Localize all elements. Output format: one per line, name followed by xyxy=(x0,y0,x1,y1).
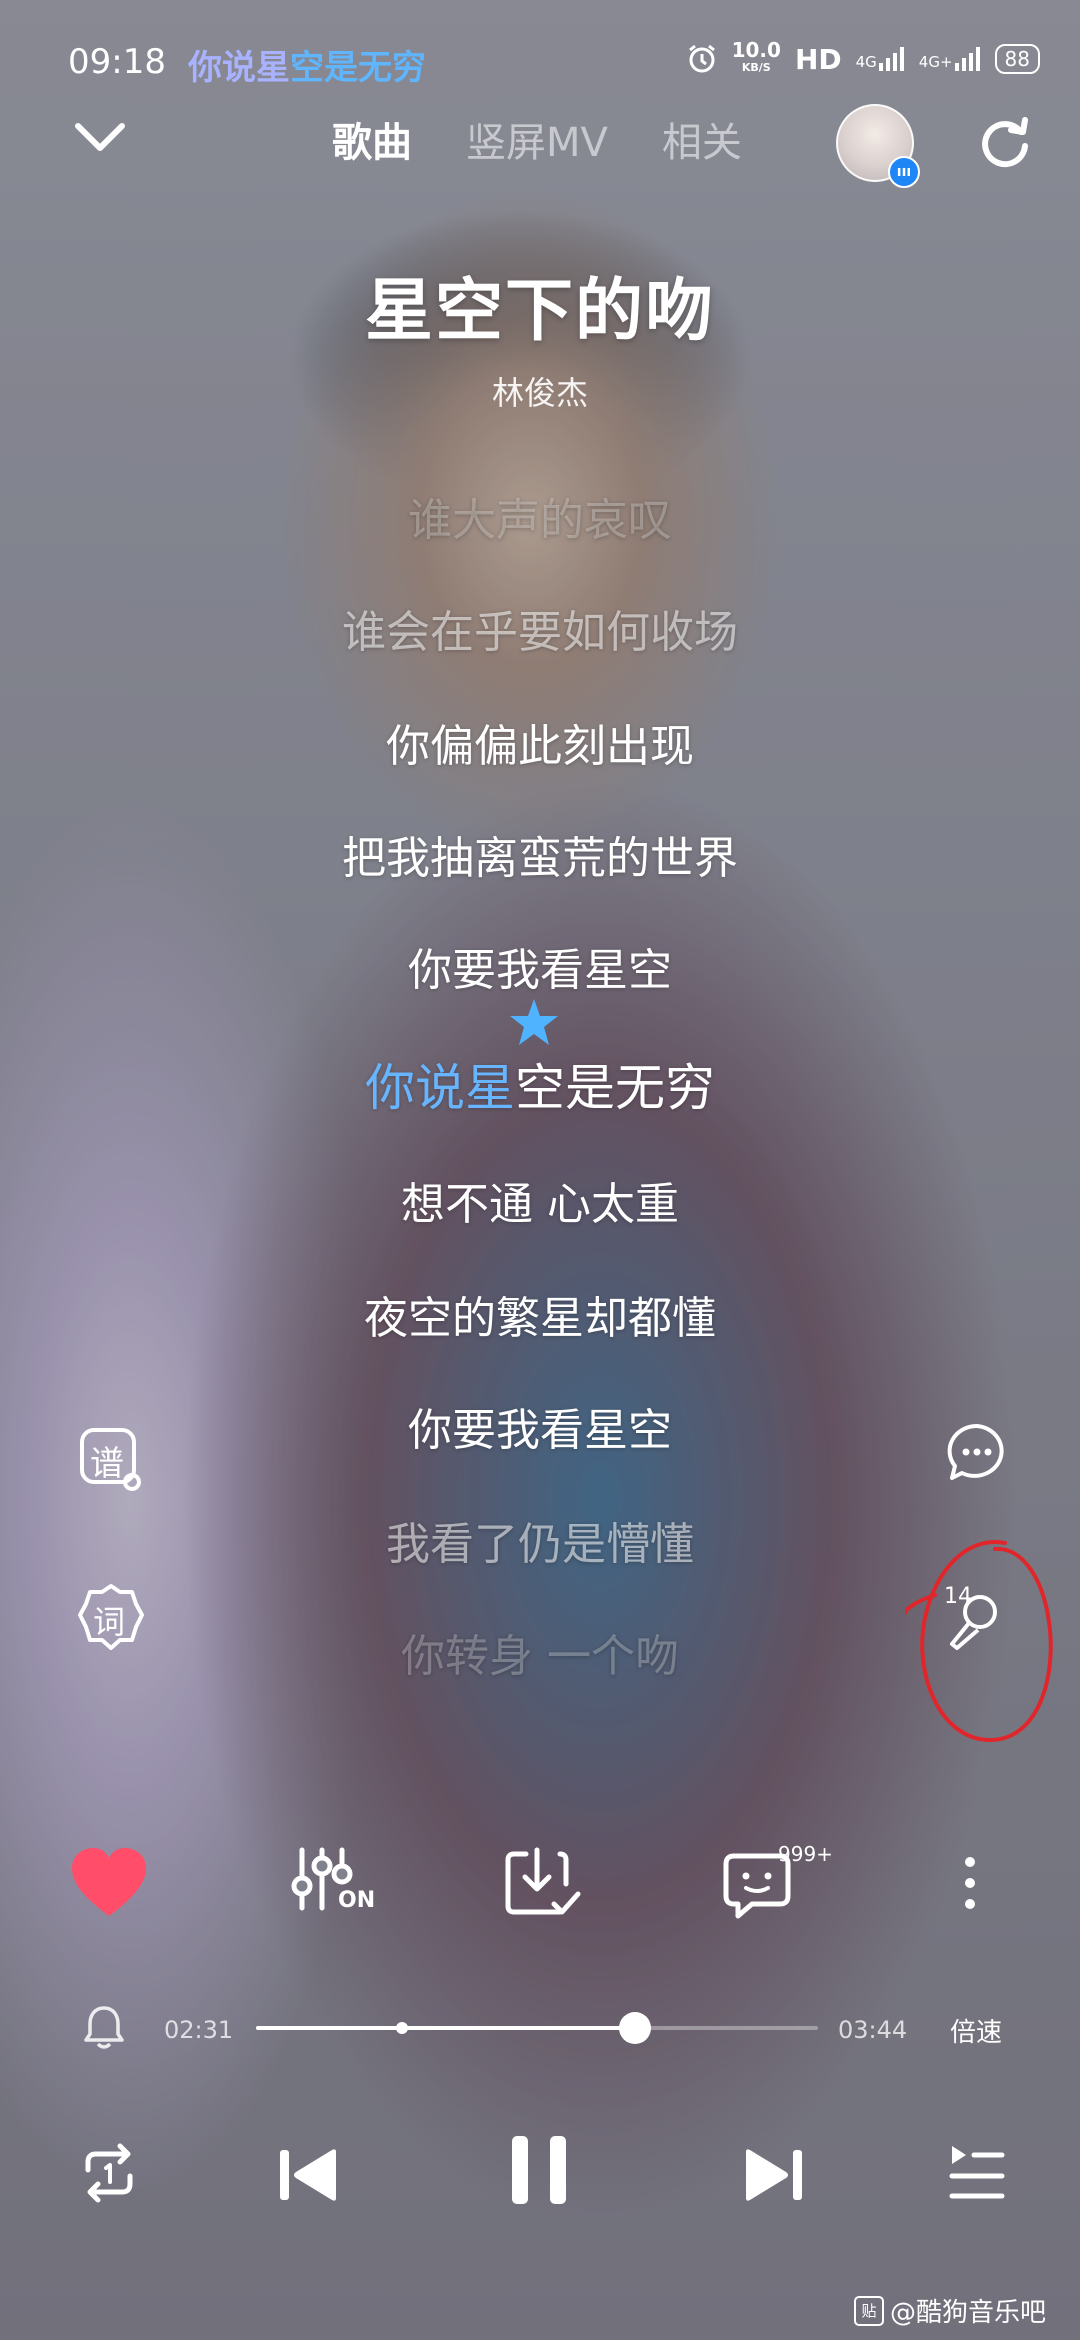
download-icon xyxy=(505,1847,581,1915)
net-speed: 10.0 KB/S xyxy=(731,38,781,74)
equalizer-icon xyxy=(291,1847,353,1911)
lyric-line[interactable]: 把我抽离蛮荒的世界 xyxy=(0,822,1080,886)
annotation-circle xyxy=(905,1539,1053,1743)
tab-vertical-mv[interactable]: 竖屏MV xyxy=(466,110,608,168)
status-lyric-rest: 空是无穷 xyxy=(290,48,426,88)
lyric-line[interactable]: 你要我看星空 xyxy=(0,1394,1080,1458)
lyric-line[interactable]: 你要我看星空 xyxy=(0,934,1080,998)
more-button[interactable] xyxy=(950,1850,990,1920)
pause-icon xyxy=(512,2136,566,2204)
status-lyric: 你说星空是无穷 xyxy=(188,40,426,89)
status-lyric-sung: 你说星 xyxy=(188,48,290,88)
previous-button[interactable] xyxy=(274,2140,344,2210)
current-lyric-rest: 空是无穷 xyxy=(515,1059,715,1117)
more-vertical-icon xyxy=(965,1857,975,1909)
signal-icon: 4G xyxy=(856,47,905,71)
total-time: 03:44 xyxy=(838,2016,908,2044)
sleep-timer-button[interactable] xyxy=(82,2002,126,2052)
hd-indicator: HD xyxy=(794,42,842,76)
sheet-music-label: 谱 xyxy=(90,1444,124,1484)
signal-icon-2: 4G+ xyxy=(919,47,981,71)
repeat-one-icon xyxy=(85,2143,133,2203)
playback-speed-button[interactable]: 倍速 xyxy=(950,2012,1002,2049)
progress-fill xyxy=(256,2026,635,2030)
progress-bar[interactable] xyxy=(256,2012,818,2044)
heart-icon xyxy=(72,1848,146,1916)
tab-song[interactable]: 歌曲 xyxy=(332,110,412,168)
status-icons: 10.0 KB/S HD 4G 4G+ 88 xyxy=(686,38,1040,76)
elapsed-time: 02:31 xyxy=(164,2016,234,2044)
lyric-line[interactable]: 谁会在乎要如何收场 xyxy=(0,596,1080,660)
lyrics-tool-label: 词 xyxy=(93,1603,126,1641)
pause-button[interactable] xyxy=(504,2130,574,2210)
avatar[interactable]: ııı xyxy=(836,104,920,188)
lyric-line[interactable]: 谁大声的哀叹 xyxy=(0,484,1080,548)
chat-button[interactable] xyxy=(942,1418,1012,1488)
current-lyric-line[interactable]: 你说星空是无穷 xyxy=(0,1048,1080,1120)
chat-bubble-icon xyxy=(947,1423,1004,1480)
progress-knob[interactable] xyxy=(618,2012,651,2044)
playlist-button[interactable] xyxy=(946,2140,1008,2206)
watermark: 贴 @酷狗音乐吧 xyxy=(854,2292,1046,2329)
song-title: 星空下的吻 xyxy=(364,272,715,351)
playlist-icon xyxy=(949,2146,1005,2199)
artist-name[interactable]: 林俊杰 xyxy=(0,368,1080,414)
tab-related[interactable]: 相关 xyxy=(662,110,742,168)
sound-effect-button[interactable]: ON xyxy=(286,1840,376,1930)
bell-icon xyxy=(84,2006,124,2049)
next-button[interactable] xyxy=(738,2140,808,2210)
buffer-marker xyxy=(396,2022,409,2034)
refresh-icon xyxy=(982,117,1028,168)
player-tabs: 歌曲 竖屏MV 相关 xyxy=(332,110,742,168)
playing-badge-icon: ııı xyxy=(888,156,920,188)
chevron-down-icon xyxy=(75,123,125,151)
lyric-line[interactable]: 夜空的繁星却都懂 xyxy=(0,1282,1080,1346)
download-button[interactable] xyxy=(498,1840,588,1930)
lyric-line[interactable]: 想不通 心太重 xyxy=(0,1168,1080,1232)
battery-indicator: 88 xyxy=(994,44,1040,74)
effect-on-label: ON xyxy=(338,1888,376,1913)
repeat-mode-button[interactable] xyxy=(76,2140,142,2206)
collapse-button[interactable] xyxy=(70,112,130,162)
refresh-button[interactable] xyxy=(975,112,1035,172)
comments-count: 999+ xyxy=(778,1842,833,1866)
skip-previous-icon xyxy=(280,2149,336,2201)
alarm-icon xyxy=(688,44,715,73)
status-time: 09:18 xyxy=(68,42,166,82)
star-icon xyxy=(510,999,558,1045)
lyric-line[interactable]: 你偏偏此刻出现 xyxy=(0,710,1080,774)
watermark-icon: 贴 xyxy=(854,2295,884,2326)
sheet-music-button[interactable]: 谱 xyxy=(76,1424,146,1494)
watermark-text: @酷狗音乐吧 xyxy=(890,2298,1047,2328)
current-lyric-sung: 你说星 xyxy=(365,1059,515,1117)
lyrics-tool-button[interactable]: 词 xyxy=(76,1582,146,1652)
skip-next-icon xyxy=(746,2149,802,2201)
like-button[interactable] xyxy=(64,1840,154,1930)
